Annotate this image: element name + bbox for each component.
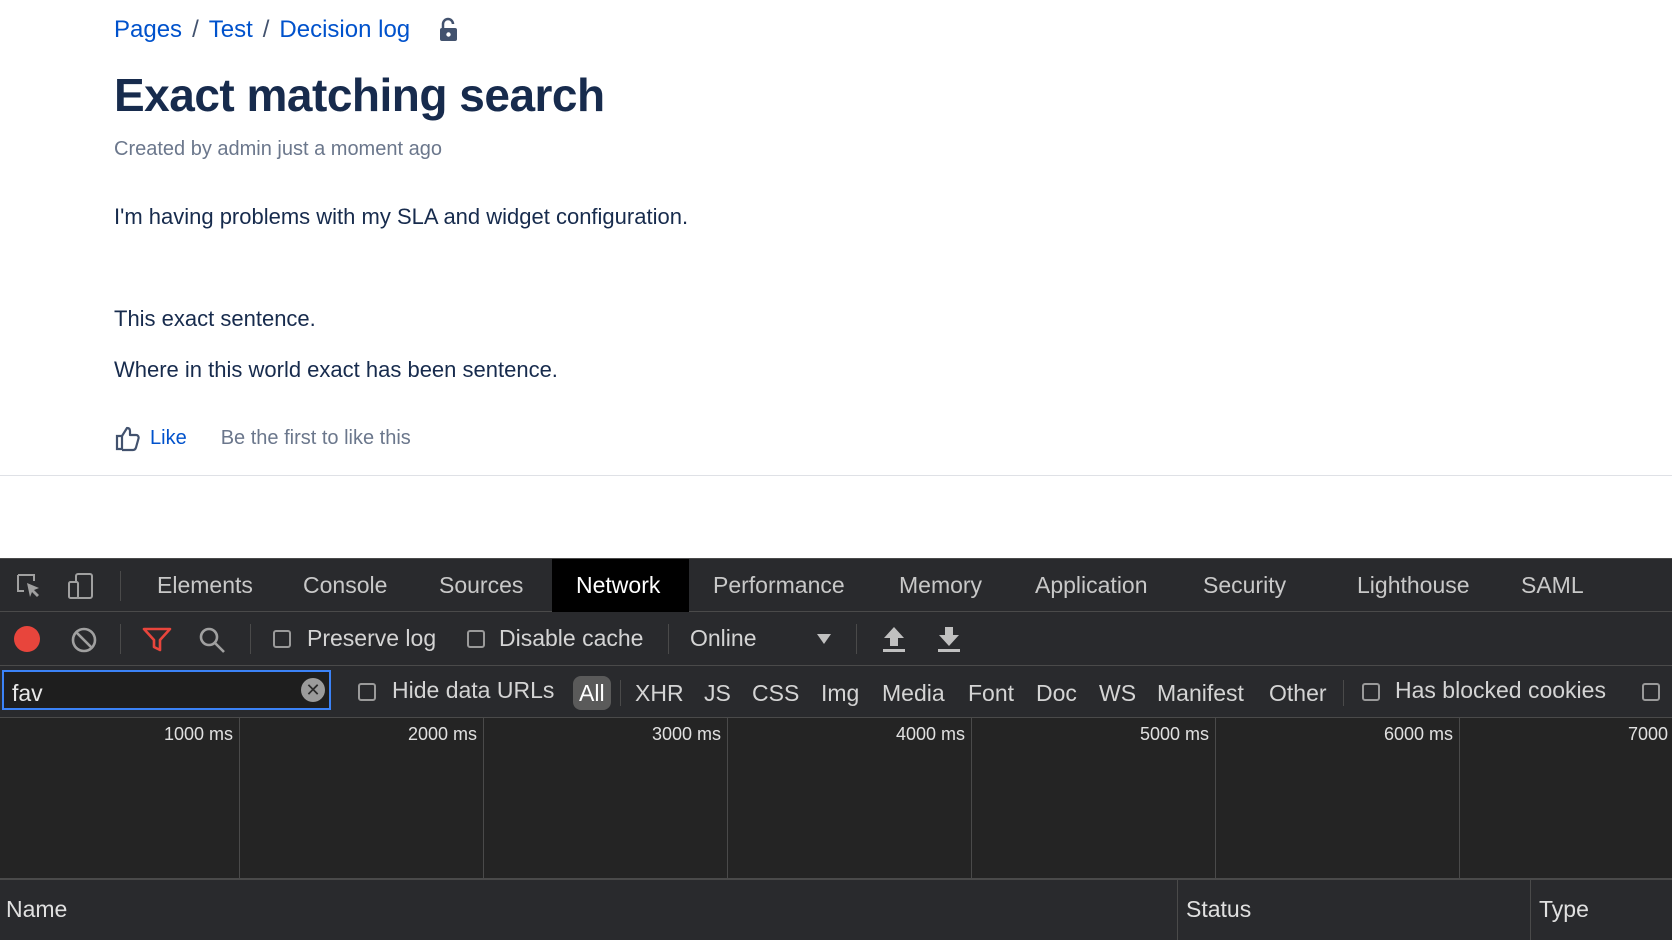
network-filterbar: ✕ Hide data URLs All XHR JS CSS Img Medi…: [0, 666, 1672, 718]
devtools-tabbar: Elements Console Sources Network Perform…: [0, 558, 1672, 612]
breadcrumb-pages[interactable]: Pages: [114, 16, 182, 44]
network-timeline-overview[interactable]: 1000 ms 2000 ms 3000 ms 4000 ms 5000 ms …: [0, 718, 1672, 880]
tab-lighthouse[interactable]: Lighthouse: [1333, 559, 1494, 612]
tab-saml[interactable]: SAML: [1497, 559, 1608, 612]
confluence-page: Pages / Test / Decision log Exact matchi…: [0, 0, 1672, 476]
like-button[interactable]: Like: [114, 424, 187, 452]
disable-cache-label: Disable cache: [499, 625, 644, 651]
timeline-tick-label: 4000 ms: [895, 724, 965, 744]
unlock-icon[interactable]: [436, 17, 462, 43]
column-header-name[interactable]: Name: [0, 880, 1177, 938]
timeline-tick: 3000 ms: [483, 718, 728, 878]
record-button[interactable]: [14, 626, 40, 652]
thumbs-up-icon: [115, 426, 140, 452]
has-blocked-cookies-label: Has blocked cookies: [1395, 677, 1606, 703]
divider: [620, 680, 621, 706]
page-title: Exact matching search: [114, 69, 605, 121]
tab-sources[interactable]: Sources: [415, 559, 547, 612]
timeline-tick-label: 2000 ms: [407, 724, 477, 744]
blocked-requests-checkbox[interactable]: [1642, 683, 1660, 701]
preserve-log-checkbox[interactable]: [273, 630, 291, 648]
tab-application[interactable]: Application: [1011, 559, 1172, 612]
hide-data-urls-checkbox[interactable]: [358, 683, 376, 701]
timeline-tick-label: 6000 ms: [1383, 724, 1453, 744]
like-status: Be the first to like this: [220, 426, 411, 449]
body-paragraph: Where in this world exact has been sente…: [114, 357, 558, 382]
divider: [1343, 680, 1344, 706]
clear-filter-icon[interactable]: ✕: [301, 678, 325, 702]
type-filter-xhr[interactable]: XHR: [631, 676, 688, 710]
timeline-tick-label: 1000 ms: [163, 724, 233, 744]
divider: [668, 624, 669, 654]
breadcrumb-separator: /: [262, 16, 270, 43]
timeline-tick-label: 3000 ms: [651, 724, 721, 744]
breadcrumb: Pages / Test / Decision log: [114, 16, 462, 44]
has-blocked-cookies-checkbox[interactable]: [1362, 683, 1380, 701]
hide-data-urls-label: Hide data URLs: [392, 677, 555, 703]
disable-cache-checkbox[interactable]: [467, 630, 485, 648]
import-har-icon[interactable]: [881, 625, 907, 653]
timeline-tick: 7000: [1459, 718, 1672, 878]
timeline-tick: 6000 ms: [1215, 718, 1460, 878]
type-filter-media[interactable]: Media: [878, 676, 949, 710]
column-divider[interactable]: [1530, 880, 1531, 940]
like-row: Like Be the first to like this: [114, 424, 411, 452]
breadcrumb-test[interactable]: Test: [209, 16, 253, 44]
tab-elements[interactable]: Elements: [133, 559, 277, 612]
type-filter-js[interactable]: JS: [700, 676, 735, 710]
type-filter-font[interactable]: Font: [964, 676, 1018, 710]
divider: [120, 571, 121, 601]
preserve-log-label: Preserve log: [307, 625, 437, 651]
chevron-down-icon[interactable]: [816, 633, 832, 645]
filter-input[interactable]: [2, 670, 331, 710]
breadcrumb-separator: /: [192, 16, 199, 43]
tab-network[interactable]: Network: [552, 559, 689, 612]
tab-console[interactable]: Console: [279, 559, 411, 612]
type-filter-other[interactable]: Other: [1265, 676, 1331, 710]
network-table-header: Name Status Type: [0, 880, 1672, 940]
tab-memory[interactable]: Memory: [875, 559, 1006, 612]
type-filter-css[interactable]: CSS: [748, 676, 803, 710]
network-toolbar: Preserve log Disable cache Online: [0, 612, 1672, 666]
column-header-type[interactable]: Type: [1533, 880, 1672, 938]
body-paragraph: This exact sentence.: [114, 306, 316, 331]
tab-performance[interactable]: Performance: [689, 559, 869, 612]
type-filter-img[interactable]: Img: [817, 676, 863, 710]
timeline-tick: 1000 ms: [0, 718, 240, 878]
column-divider[interactable]: [1177, 880, 1178, 940]
timeline-tick-label: 7000: [1627, 724, 1668, 744]
clear-icon[interactable]: [70, 626, 98, 654]
timeline-tick: 4000 ms: [727, 718, 972, 878]
like-label: Like: [150, 426, 187, 449]
throttling-select[interactable]: Online: [690, 625, 756, 652]
timeline-tick: 2000 ms: [239, 718, 484, 878]
type-filter-manifest[interactable]: Manifest: [1153, 676, 1248, 710]
devtools-panel: Elements Console Sources Network Perform…: [0, 558, 1672, 940]
breadcrumb-decision-log[interactable]: Decision log: [279, 16, 410, 44]
tab-security[interactable]: Security: [1179, 559, 1310, 612]
type-filter-all[interactable]: All: [573, 676, 611, 710]
body-paragraph: I'm having problems with my SLA and widg…: [114, 204, 689, 229]
type-filter-ws[interactable]: WS: [1095, 676, 1140, 710]
export-har-icon[interactable]: [936, 625, 962, 653]
inspect-element-icon[interactable]: [14, 571, 44, 601]
device-toolbar-icon[interactable]: [66, 571, 96, 601]
column-header-status[interactable]: Status: [1180, 880, 1530, 938]
divider: [856, 624, 857, 654]
search-icon[interactable]: [198, 626, 226, 654]
page-byline: Created by admin just a moment ago: [114, 138, 442, 160]
divider: [250, 624, 251, 654]
type-filter-doc[interactable]: Doc: [1032, 676, 1081, 710]
timeline-tick: 5000 ms: [971, 718, 1216, 878]
divider: [120, 624, 121, 654]
filter-icon[interactable]: [142, 626, 172, 654]
timeline-tick-label: 5000 ms: [1139, 724, 1209, 744]
